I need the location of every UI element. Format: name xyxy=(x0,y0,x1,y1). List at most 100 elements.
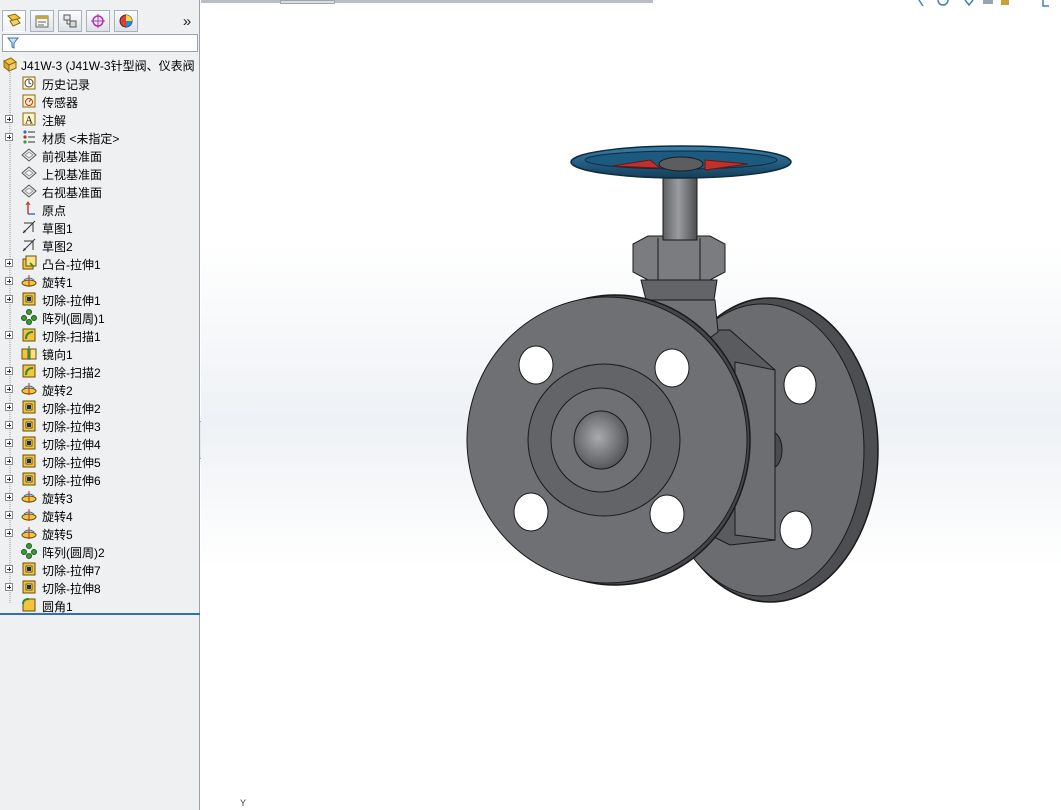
tree-item[interactable]: 切除-扫描2 xyxy=(0,362,200,380)
tab-dimxpert[interactable] xyxy=(86,10,110,32)
expand-toggle[interactable] xyxy=(5,511,13,519)
tree-item[interactable]: 阵列(圆周)2 xyxy=(0,542,200,560)
tree-item[interactable]: 切除-扫描1 xyxy=(0,326,200,344)
expand-toggle[interactable] xyxy=(5,421,13,429)
tree-item-label: 切除-拉伸2 xyxy=(42,402,101,416)
tree-item[interactable]: 草图2 xyxy=(0,236,200,254)
tree-item[interactable]: 切除-拉伸6 xyxy=(0,470,200,488)
expand-toggle[interactable] xyxy=(5,439,13,447)
tree-item-label: 切除-拉伸1 xyxy=(42,294,101,308)
tree-filter-input[interactable] xyxy=(2,34,198,52)
cut-extrude-icon xyxy=(22,292,36,306)
property-manager-icon xyxy=(35,15,49,28)
tree-item[interactable]: 前视基准面 xyxy=(0,146,200,164)
expand-toggle[interactable] xyxy=(5,115,13,123)
handwheel xyxy=(570,145,792,179)
tree-item-label: 注解 xyxy=(42,114,67,128)
material-icon xyxy=(23,130,35,144)
tree-item[interactable]: 草图1 xyxy=(0,218,200,236)
tree-item[interactable]: 旋转3 xyxy=(0,488,200,506)
tree-item[interactable]: 右视基准面 xyxy=(0,182,200,200)
expand-toggle[interactable] xyxy=(5,529,13,537)
expand-toggle[interactable] xyxy=(5,133,13,141)
top-tab[interactable] xyxy=(280,0,335,4)
tree-item[interactable]: 切除-拉伸8 xyxy=(0,578,200,596)
tree-item[interactable]: 阵列(圆周)1 xyxy=(0,308,200,326)
feature-tree-icon xyxy=(7,13,21,27)
expand-toggle[interactable] xyxy=(5,403,13,411)
zoom-icon[interactable] xyxy=(918,0,924,7)
cut-extrude-icon xyxy=(22,580,36,594)
tree-item[interactable]: 切除-拉伸3 xyxy=(0,416,200,434)
tree-item[interactable]: 切除-拉伸5 xyxy=(0,452,200,470)
expand-toggle[interactable] xyxy=(5,295,13,303)
tab-display[interactable] xyxy=(114,10,138,32)
circular-pattern-icon xyxy=(21,543,37,559)
tree-item-label: 原点 xyxy=(42,204,67,218)
tree-item-label: 旋转2 xyxy=(42,384,73,398)
tree-item[interactable]: 切除-拉伸4 xyxy=(0,434,200,452)
tab-propertymanager[interactable] xyxy=(30,10,54,32)
cut-extrude-icon xyxy=(22,436,36,450)
valve-model[interactable] xyxy=(466,145,879,603)
tree-item[interactable]: 镜向1 xyxy=(0,344,200,362)
expand-toggle[interactable] xyxy=(5,259,13,267)
filter-icon xyxy=(7,37,19,49)
tab-featuremanager[interactable] xyxy=(2,10,26,32)
tree-item[interactable]: 旋转4 xyxy=(0,506,200,524)
sketch-icon xyxy=(22,238,36,252)
expand-toggle[interactable] xyxy=(5,457,13,465)
tree-item[interactable]: 凸台-拉伸1 xyxy=(0,254,200,272)
graphics-viewport[interactable] xyxy=(201,0,1061,810)
tree-item-label: 切除-扫描1 xyxy=(42,330,101,344)
expand-toggle[interactable] xyxy=(5,475,13,483)
tree-item[interactable]: 旋转1 xyxy=(0,272,200,290)
more-tabs-button[interactable]: » xyxy=(178,12,196,30)
tree-item-label: 历史记录 xyxy=(42,78,91,92)
tree-item[interactable]: 历史记录 xyxy=(0,74,200,92)
tree-item[interactable]: 上视基准面 xyxy=(0,164,200,182)
tree-item[interactable]: 旋转2 xyxy=(0,380,200,398)
mirror-icon xyxy=(21,346,37,360)
model-canvas[interactable] xyxy=(201,0,1061,810)
tree-item[interactable]: 切除-拉伸7 xyxy=(0,560,200,578)
tree-item[interactable]: 切除-拉伸2 xyxy=(0,398,200,416)
tree-item[interactable]: A 注解 xyxy=(0,110,200,128)
expand-toggle[interactable] xyxy=(5,277,13,285)
bolt-hole xyxy=(649,494,685,534)
expand-toggle[interactable] xyxy=(5,565,13,573)
tree-item[interactable]: 旋转5 xyxy=(0,524,200,542)
plane-icon xyxy=(21,166,37,180)
tree-item-label: 草图2 xyxy=(42,240,73,254)
reference-triad-y-label: Y xyxy=(240,798,247,808)
tree-item[interactable]: 切除-拉伸1 xyxy=(0,290,200,308)
origin-icon xyxy=(25,201,35,215)
expand-toggle[interactable] xyxy=(5,385,13,393)
tree-item-label: 镜向1 xyxy=(42,348,73,362)
expand-toggle[interactable] xyxy=(5,493,13,501)
tree-item-label: 上视基准面 xyxy=(42,168,103,182)
tree-item-label: 右视基准面 xyxy=(42,186,103,200)
expand-toggle[interactable] xyxy=(5,367,13,375)
tree-item[interactable]: 传感器 xyxy=(0,92,200,110)
tree-item-label: 切除-拉伸3 xyxy=(42,420,101,434)
tree-root-part[interactable]: J41W-3 (J41W-3针型阀、仪表阀 xyxy=(2,56,200,74)
view-orientation-icon[interactable] xyxy=(1001,0,1009,5)
view-toolbar xyxy=(918,0,1049,7)
tree-item[interactable]: 圆角1 xyxy=(0,596,200,614)
hex-nut xyxy=(632,235,726,301)
zoom-area-icon[interactable] xyxy=(937,0,949,6)
cut-extrude-icon xyxy=(22,400,36,414)
bolt-hole xyxy=(518,345,554,385)
expand-toggle[interactable] xyxy=(5,331,13,339)
tree-item-label: 切除-拉伸4 xyxy=(42,438,101,452)
tab-configurationmanager[interactable] xyxy=(58,10,82,32)
tree-item[interactable]: 原点 xyxy=(0,200,200,218)
display-style-icon[interactable] xyxy=(1042,0,1049,7)
expand-toggle[interactable] xyxy=(5,583,13,591)
tree-item[interactable]: 材质 <未指定> xyxy=(0,128,200,146)
tree-item-label: 旋转4 xyxy=(42,510,73,524)
section-view-icon[interactable] xyxy=(983,0,993,4)
sensor-icon xyxy=(22,94,36,108)
rotate-icon[interactable] xyxy=(964,0,974,7)
